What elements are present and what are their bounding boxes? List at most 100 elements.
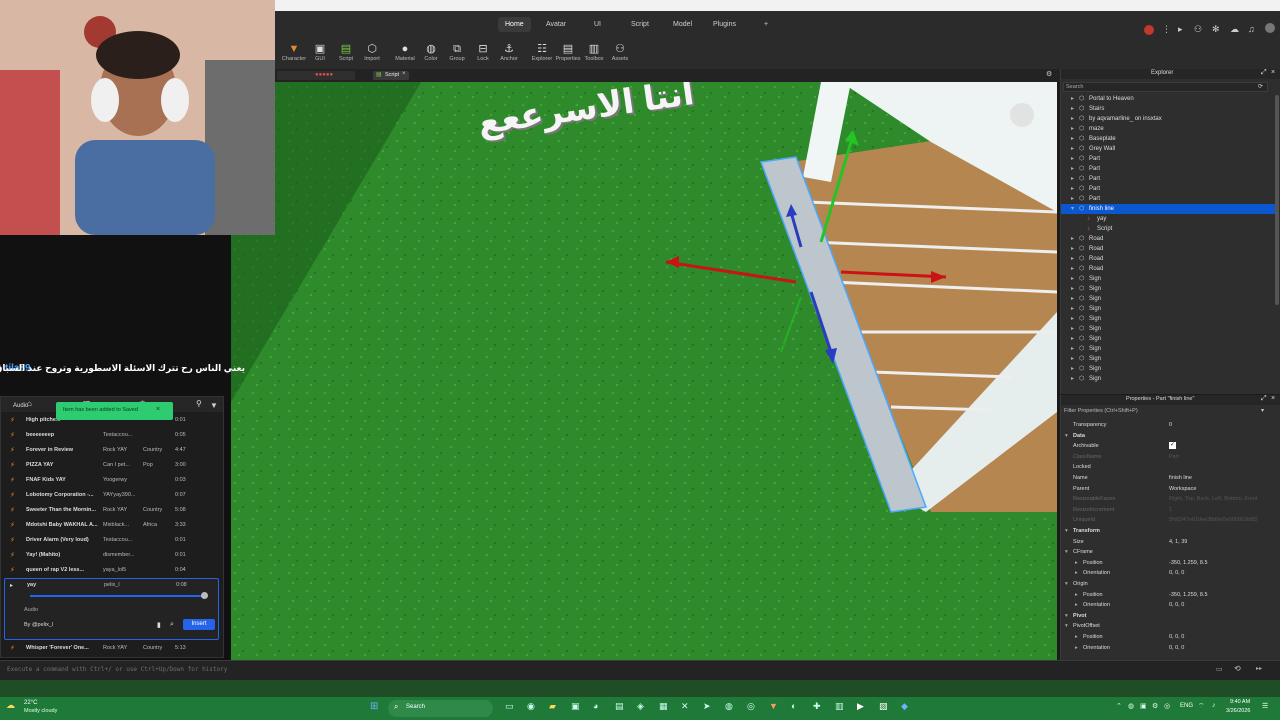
expand-icon[interactable]: ▸ — [1071, 324, 1074, 334]
brave-icon[interactable]: ▼ — [769, 701, 778, 711]
toolbox-button[interactable]: ▥ Toolbox — [581, 42, 607, 62]
language-indicator[interactable]: ENG — [1180, 703, 1193, 709]
bookmark-icon[interactable]: ▭ — [1216, 665, 1223, 673]
edge-icon[interactable]: ◉ — [527, 701, 535, 712]
color-button[interactable]: ◍ Color — [418, 42, 444, 62]
command-input[interactable]: Execute a command with Ctrl+/ or use Ctr… — [2, 664, 1202, 676]
insert-button[interactable]: Insert — [183, 619, 215, 630]
explorer-item[interactable]: ▸ ⬡ Road — [1061, 234, 1276, 244]
audio-play-icon[interactable]: ⚡ — [10, 503, 15, 518]
expand-icon[interactable]: ▸ — [1071, 354, 1074, 364]
property-row[interactable]: Locked — [1061, 462, 1276, 473]
property-value[interactable]: 0, 0, 0 — [1169, 643, 1184, 654]
property-row[interactable]: Name finish line — [1061, 473, 1276, 484]
expand-icon[interactable]: ▾ — [1071, 204, 1074, 214]
audio-row[interactable]: ⚡ FNAF Kids YAY Yoogerwy 0:03 — [1, 473, 223, 488]
explorer-item[interactable]: ▸ ⬡ Portal to Heaven — [1061, 94, 1276, 104]
explorer-item[interactable]: ▸ ⬡ Sign — [1061, 374, 1276, 384]
audio-play-icon[interactable]: ⚡ — [10, 563, 15, 578]
expand-icon[interactable]: ▸ — [1071, 184, 1074, 194]
3d-viewport[interactable]: انتا الاسرععع — [231, 82, 1057, 660]
property-row[interactable]: ▸ Position -350, 1.259, 8.5 — [1061, 558, 1276, 569]
tab-plugins[interactable]: Plugins — [706, 17, 743, 32]
audio-row[interactable]: ⚡ beeeeeeep Testaccou... 0:05 — [1, 428, 223, 443]
group-button[interactable]: ⧉ Group — [444, 42, 470, 62]
expand-icon[interactable]: ▸ — [1071, 284, 1074, 294]
tab-home[interactable]: Home — [498, 17, 531, 32]
tray-icon[interactable]: ▣ — [1140, 702, 1147, 710]
tray-icon[interactable]: ⚙ — [1152, 702, 1158, 710]
property-value[interactable]: ✓ — [1169, 442, 1176, 450]
tab-ui[interactable]: UI — [587, 17, 608, 32]
property-row[interactable]: Parent Workspace — [1061, 484, 1276, 495]
property-value[interactable]: 0, 0, 0 — [1169, 600, 1184, 611]
expand-icon[interactable]: ▸ — [1071, 174, 1074, 184]
audio-play-icon[interactable]: ⚡ — [10, 488, 15, 503]
tab-model[interactable]: Model — [666, 17, 699, 32]
creations-icon[interactable]: ⚲ — [196, 399, 202, 408]
audio-row[interactable]: ⚡ PIZZA YAY Can I pet... Pop 3:00 — [1, 458, 223, 473]
property-value[interactable]: 4, 1, 39 — [1169, 537, 1187, 548]
audio-progress-track[interactable] — [30, 595, 208, 597]
explorer-item[interactable]: ▸ ⬡ Grey Wall — [1061, 144, 1276, 154]
script-button[interactable]: ▤ Script — [333, 42, 359, 62]
audio-row[interactable]: ⚡ Sweeter Than the Mornin... Rock YAY Count… — [1, 503, 223, 518]
volume-icon[interactable]: ♪ — [1212, 702, 1216, 709]
expand-icon[interactable]: ▸ — [1071, 254, 1074, 264]
bookmark-icon[interactable]: ▮ — [157, 621, 161, 629]
history-icon[interactable]: ⟲ — [1234, 664, 1241, 673]
expand-icon[interactable]: ▸ — [1071, 364, 1074, 374]
anchor-button[interactable]: ⚓ Anchor — [496, 42, 522, 62]
expand-icon[interactable]: ▸ — [1071, 264, 1074, 274]
audio-play-icon[interactable]: ⚡ — [10, 458, 15, 473]
roblox-studio-icon[interactable]: ◆ — [901, 701, 908, 712]
import-button[interactable]: ⬡ Import — [359, 42, 385, 62]
audio-play-icon[interactable]: ⚡ — [10, 533, 15, 548]
expand-icon[interactable]: ▸ — [1071, 334, 1074, 344]
property-value[interactable]: Right, Top, Back, Left, Bottom, Front — [1169, 494, 1258, 505]
expand-icon[interactable]: ▸ — [1071, 124, 1074, 134]
property-row[interactable]: ▸ Orientation 0, 0, 0 — [1061, 568, 1276, 579]
property-value[interactable]: Workspace — [1169, 484, 1196, 495]
start-icon[interactable]: ⊞ — [370, 701, 378, 712]
property-row[interactable]: ▾ Origin — [1061, 579, 1276, 590]
property-row[interactable]: ClassName Part — [1061, 452, 1276, 463]
property-row[interactable]: ▾ CFrame — [1061, 547, 1276, 558]
expand-icon[interactable]: ▸ — [1071, 244, 1074, 254]
lock-button[interactable]: ⊟ Lock — [470, 42, 496, 62]
audio-play-icon[interactable]: ⚡ — [10, 548, 15, 563]
properties-filter-input[interactable]: Filter Properties (Ctrl+Shift+P) ▾ — [1063, 407, 1273, 416]
filter-icon[interactable]: ▾ — [1261, 407, 1264, 414]
chrome-icon[interactable]: ◎ — [747, 701, 755, 712]
property-row[interactable]: ResizeIncrement 1 — [1061, 505, 1276, 516]
explorer-item[interactable]: ▸ ⬡ Road — [1061, 244, 1276, 254]
app-icon[interactable]: ▦ — [659, 701, 668, 712]
explorer-item[interactable]: ▸ ⬡ Sign — [1061, 284, 1276, 294]
property-value[interactable]: -350, 1.259, 8.5 — [1169, 558, 1208, 569]
tab-script[interactable]: Script — [624, 17, 656, 32]
filter-icon[interactable]: ▼ — [210, 401, 218, 410]
material-button[interactable]: ● Material — [392, 42, 418, 62]
tray-icon[interactable]: ◎ — [1164, 702, 1170, 710]
property-value[interactable]: 0, 0, 0 — [1169, 632, 1184, 643]
explorer-item[interactable]: ▸ ⬡ Sign — [1061, 324, 1276, 334]
property-row[interactable]: ▸ Position 0, 0, 0 — [1061, 632, 1276, 643]
expand-icon[interactable]: ▸ — [1071, 274, 1074, 284]
audio-row[interactable]: ⚡ Yay! (Mahito) dismember... 0:01 — [1, 548, 223, 563]
wifi-icon[interactable]: ⌔ — [1198, 702, 1205, 711]
explorer-item[interactable]: ▸ ⬡ Part — [1061, 194, 1276, 204]
property-value[interactable]: Part — [1169, 452, 1179, 463]
expand-icon[interactable]: ▾ — [1065, 547, 1068, 558]
expand-icon[interactable]: ▸ — [1071, 134, 1074, 144]
property-row[interactable]: Archivable ✓ — [1061, 441, 1276, 452]
share-icon[interactable]: ⋮ — [1162, 24, 1171, 35]
explorer-item[interactable]: ▸ ⬡ Sign — [1061, 354, 1276, 364]
explorer-item[interactable]: ▸ ⬡ Sign — [1061, 274, 1276, 284]
explorer-item[interactable]: ▸ ⬡ Sign — [1061, 294, 1276, 304]
assets-button[interactable]: ⚇ Assets — [607, 42, 633, 62]
file-explorer-icon[interactable]: ▰ — [549, 701, 556, 712]
app-icon[interactable]: ◈ — [637, 701, 644, 712]
property-value[interactable]: finish line — [1169, 473, 1192, 484]
property-row[interactable]: ▸ Position -350, 1.259, 8.5 — [1061, 590, 1276, 601]
audio-play-icon[interactable]: ⚡ — [10, 518, 15, 533]
